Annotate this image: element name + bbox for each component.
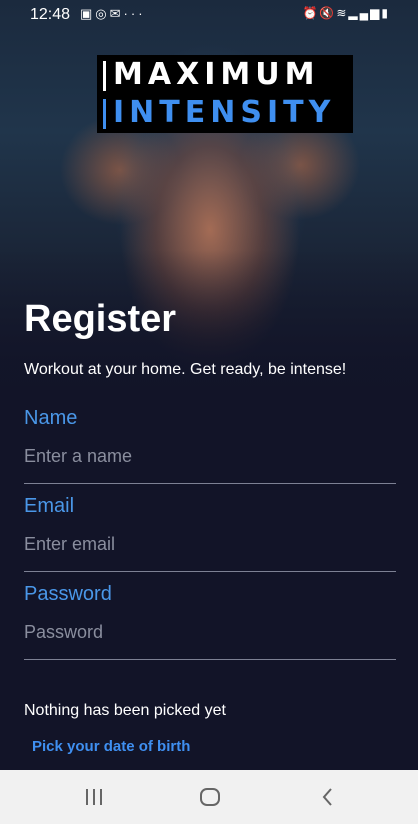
recents-button[interactable] [54, 770, 134, 824]
status-system-icons: ⏰🔇≋▂▄▆▮ [302, 6, 390, 20]
name-label: Name [24, 407, 78, 429]
mute-icon: 🔇 [319, 6, 337, 20]
recents-icon [86, 789, 102, 805]
status-time: 12:48 [30, 6, 71, 23]
email-input[interactable] [24, 526, 396, 562]
logo-line2: INTENSITY [113, 95, 336, 130]
home-icon [200, 788, 220, 806]
status-notification-icons: ▣◎✉··· [80, 6, 146, 22]
home-button[interactable] [170, 770, 250, 824]
page-title: Register [24, 298, 177, 340]
message-icon: ✉ [109, 6, 124, 21]
whatsapp-icon: ◎ [95, 6, 110, 21]
battery-icon: ▮ [381, 6, 390, 20]
android-navigation-bar [0, 770, 418, 824]
status-bar: 12:48 ▣◎✉··· ⏰🔇≋▂▄▆▮ [0, 0, 418, 30]
password-underline [24, 659, 396, 660]
back-icon [322, 788, 332, 806]
alarm-icon: ⏰ [302, 6, 320, 20]
logo-bar-bottom [103, 99, 106, 129]
dob-status-text: Nothing has been picked yet [24, 702, 226, 719]
image-icon: ▣ [80, 6, 96, 21]
email-underline [24, 571, 396, 572]
wifi-icon: ≋ [336, 6, 349, 20]
logo-bar-top [103, 61, 106, 91]
password-input[interactable] [24, 614, 396, 650]
pick-dob-button[interactable]: Pick your date of birth [24, 734, 198, 758]
name-underline [24, 483, 396, 484]
email-label: Email [24, 495, 75, 517]
password-label: Password [24, 583, 112, 605]
name-input[interactable] [24, 438, 396, 474]
more-icon: ··· [123, 6, 146, 21]
logo-line1: MAXIMUM [113, 57, 320, 92]
back-button[interactable] [288, 770, 368, 824]
page-subtitle: Workout at your home. Get ready, be inte… [24, 361, 347, 378]
signal-icon: ▂▄▆ [348, 6, 382, 20]
app-logo: MAXIMUM INTENSITY [97, 55, 353, 133]
